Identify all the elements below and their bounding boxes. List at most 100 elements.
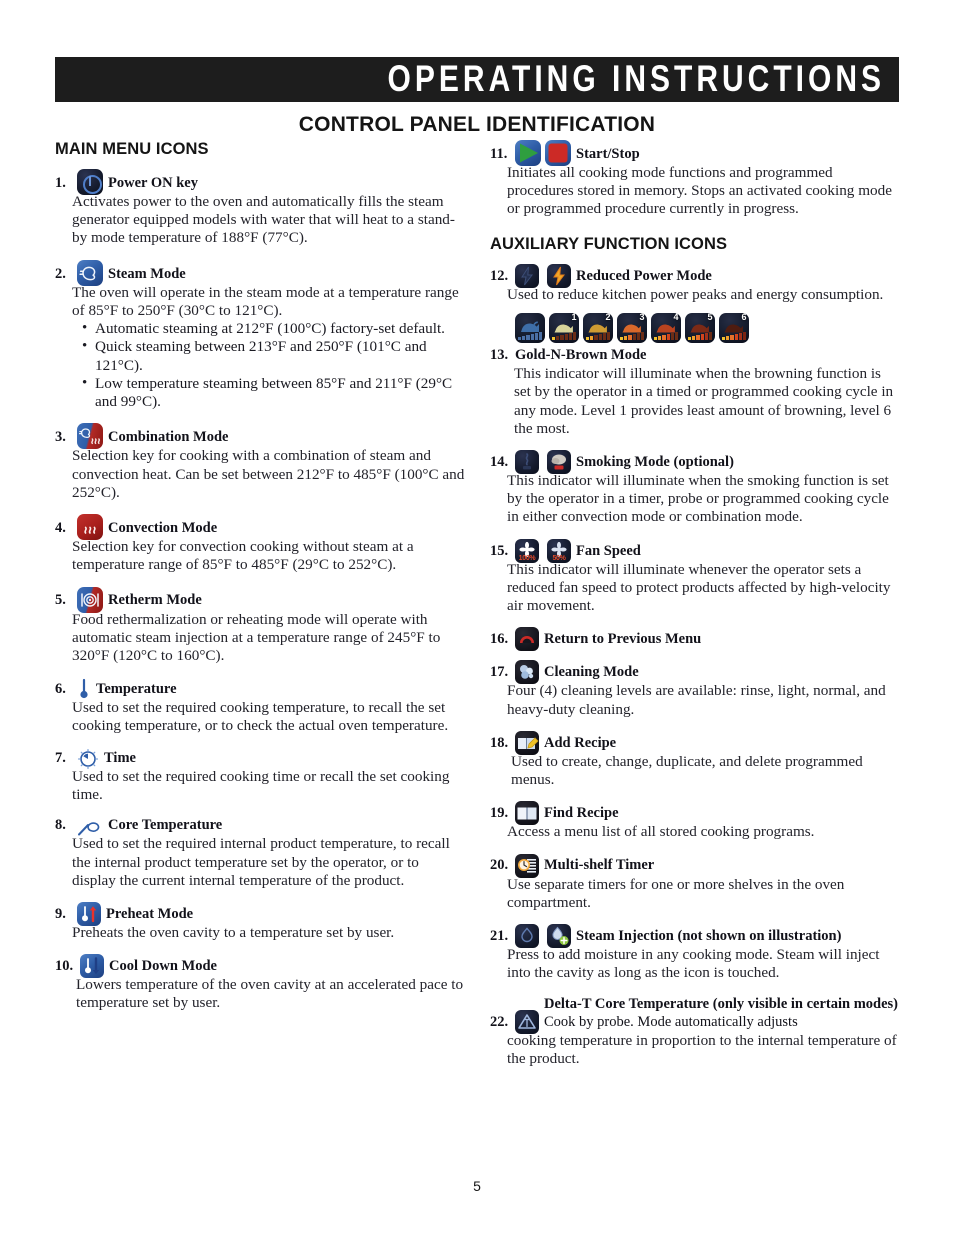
icon-group [77,169,103,195]
gold-n-brown-level-5-icon[interactable]: 5 [685,312,715,343]
find-recipe-icon[interactable] [515,801,539,826]
icon-group [77,259,103,286]
smoking-off-icon[interactable] [515,450,539,474]
preheat-icon[interactable] [77,901,101,926]
item-title: Power ON key [108,174,198,191]
gold-n-brown-level-3-icon[interactable]: 3 [617,312,647,343]
add-recipe-icon[interactable] [515,730,539,755]
steam-mode-icon[interactable] [77,259,103,286]
return-icon[interactable] [515,627,539,652]
item-body: Selection key for convection cooking wit… [72,538,414,574]
item-body: Access a menu list of all stored cooking… [507,823,815,841]
list-item: 21. Steam Injection (not shown on illust… [490,924,900,982]
retherm-mode-icon[interactable] [77,586,103,613]
item-title: Reduced Power Mode [576,267,712,284]
item-number: 21. [490,927,509,944]
icon-group [515,1009,539,1034]
start-icon[interactable] [515,140,541,166]
item-number: 14. [490,453,509,470]
list-item: 17. Cleaning Mode Four (4) cleaning leve… [490,660,900,718]
item-number: 16. [490,631,509,648]
steam-injection-off-icon[interactable] [515,924,539,949]
icon-group [515,660,539,685]
cleaning-icon[interactable] [515,660,539,685]
item-title: Temperature [96,681,177,698]
clock-icon[interactable] [77,748,99,770]
icon-group [515,853,539,878]
item-number: 4. [55,519,66,536]
gold-n-brown-level-1-icon[interactable]: 1 [549,312,579,343]
multi-shelf-timer-icon[interactable] [515,853,539,878]
reduced-power-on-icon[interactable] [547,263,571,288]
item-title: Add Recipe [544,734,617,751]
browning-bar [722,331,747,340]
icon-group [80,954,104,979]
icon-group [77,748,99,770]
cool-down-icon[interactable] [80,954,104,979]
item-number: 19. [490,805,509,822]
fan-speed-100-icon[interactable]: 100% [515,538,539,563]
icon-group: 100% 50% [515,538,571,563]
fan-speed-label: 50% [552,555,566,563]
item-body: Used to set the required cooking time or… [72,767,450,803]
item-body: Press to add moisture in any cooking mod… [507,946,880,982]
gold-n-brown-level-2-icon[interactable]: 2 [583,312,613,343]
icon-group [515,140,571,166]
item-number: 17. [490,664,509,681]
delta-t-title-bold: Delta-T Core Temperature (only visible i… [544,995,899,1012]
gold-n-brown-off-icon[interactable] [515,312,545,343]
item-title: Steam Mode [108,265,186,282]
icon-group [77,677,91,701]
item-body: Activates power to the oven and automati… [72,193,455,247]
list-item: 1 2 3 4 5 6 13. Gold-N-Brown Mode This i… [490,312,900,438]
list-item: 20. Multi-shelf Timer Use separate timer… [490,853,900,912]
item-number: 10. [55,958,74,975]
item-number: 2. [55,265,66,282]
list-item: 12. Reduced Power Mode Used to reduce ki… [490,263,900,304]
auxiliary-function-icons-column: 11. Start/Stop Initiates all cooking mod… [490,140,900,1077]
item-body: The oven will operate in the steam mode … [72,283,459,319]
item-title: Return to Previous Menu [544,631,702,648]
item-number: 18. [490,734,509,751]
item-number: 12. [490,267,509,284]
item-title: Core Temperature [108,817,223,834]
browning-bar [688,331,713,340]
item-title: Delta-T Core Temperature (only visible i… [539,995,900,1031]
list-item: 10. Cool Down Mode Lowers temperature of… [55,954,465,1012]
list-item: 9. Preheat Mode Preheats the oven cavity… [55,901,465,942]
list-item: 19. Find Recipe Access a menu list of al… [490,801,900,841]
convection-mode-icon[interactable] [77,514,103,541]
icon-group [77,901,101,926]
steam-injection-on-icon[interactable] [547,924,571,949]
gold-n-brown-level-6-icon[interactable]: 6 [719,312,749,343]
list-item: 16. Return to Previous Menu [490,627,900,652]
combination-mode-icon[interactable] [77,423,103,450]
header-banner: OPERATING INSTRUCTIONS [55,57,899,102]
item-title: Steam Injection (not shown on illustrati… [576,927,842,944]
item-title: Fan Speed [576,542,641,559]
icon-group [515,263,571,288]
item-title: Convection Mode [108,519,218,536]
gold-n-brown-level-4-icon[interactable]: 4 [651,312,681,343]
item-body: Selection key for cooking with a combina… [72,447,465,501]
power-on-icon[interactable] [77,169,103,195]
item-body: Lowers temperature of the oven cavity at… [76,976,464,1012]
reduced-power-off-icon[interactable] [515,263,539,288]
item-body: Food rethermalization or reheating mode … [72,610,441,664]
browning-bar [620,331,645,340]
item-body: Initiates all cooking mode functions and… [507,164,892,218]
item-title: Retherm Mode [108,592,202,609]
fan-speed-50-icon[interactable]: 50% [547,538,571,563]
item-title: Combination Mode [108,429,229,446]
item-title: Gold-N-Brown Mode [515,346,647,363]
item-body: This indicator will illuminate when the … [514,365,894,437]
delta-t-icon[interactable] [515,1009,539,1034]
list-item: 5. Retherm Mode Food rethermalization or… [55,586,465,666]
stop-icon[interactable] [545,140,571,166]
list-item: 1. Power ON key Activates power to the o… [55,169,465,248]
section-title-main-menu: MAIN MENU ICONS [55,140,209,158]
smoking-on-icon[interactable] [547,450,571,474]
item-number: 7. [55,749,66,766]
item-number: 13. [490,346,509,363]
thermometer-icon[interactable] [77,677,91,701]
